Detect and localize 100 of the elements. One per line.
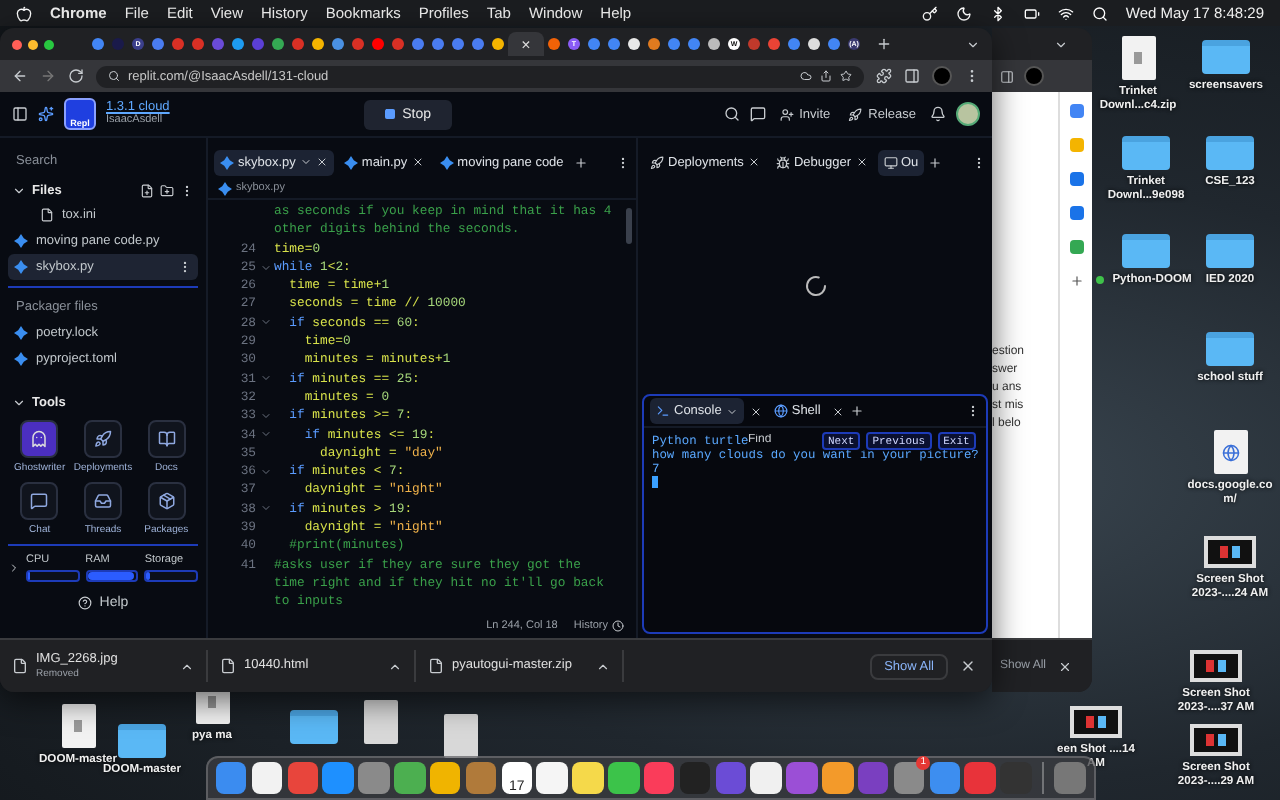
file-icon xyxy=(220,658,236,674)
inbox-icon xyxy=(93,492,112,510)
stop-icon xyxy=(384,108,397,120)
battery-icon xyxy=(1023,5,1040,21)
search-icon xyxy=(723,106,740,122)
cloud-icon xyxy=(800,70,812,82)
monitor-icon xyxy=(883,155,897,169)
close-icon xyxy=(832,405,845,417)
close-icon xyxy=(960,658,976,674)
file-icon xyxy=(40,208,54,222)
bell-icon xyxy=(930,106,946,122)
scrollbar[interactable] xyxy=(626,208,632,244)
rocket-icon xyxy=(93,430,112,448)
package-icon xyxy=(157,492,176,510)
chevron-icon xyxy=(12,396,26,410)
extensions-icon xyxy=(876,68,892,84)
more-icon xyxy=(180,184,194,198)
more-icon xyxy=(616,155,630,169)
app-icon[interactable] xyxy=(429,762,461,794)
app-shortcut-icon[interactable] xyxy=(1069,104,1083,118)
new-file-icon xyxy=(140,184,154,198)
zoom-window-button[interactable] xyxy=(44,39,54,49)
rocket-icon xyxy=(650,155,664,169)
app-icon[interactable] xyxy=(750,762,782,794)
more-icon xyxy=(966,404,980,418)
chevron-icon xyxy=(12,184,26,198)
new-folder-icon xyxy=(160,184,174,198)
file-icon xyxy=(428,658,444,674)
folder-icon xyxy=(1206,332,1254,366)
screenshot-thumbnail xyxy=(1190,650,1242,682)
app-icon[interactable] xyxy=(822,762,854,794)
bluetooth-icon xyxy=(989,5,1006,21)
chevron-icon xyxy=(299,156,312,168)
side-panel-icon xyxy=(1000,69,1014,83)
help-icon xyxy=(77,596,92,610)
apple-icon xyxy=(16,5,32,21)
more-icon xyxy=(972,155,986,169)
browser-tab[interactable]: × xyxy=(508,32,544,56)
screenshot-thumbnail xyxy=(1190,724,1242,756)
close-icon xyxy=(749,405,762,417)
share-icon xyxy=(820,70,832,82)
app-shortcut-icon[interactable] xyxy=(1069,206,1083,220)
app-icon[interactable] xyxy=(608,762,640,794)
zip-file-icon xyxy=(61,704,95,748)
new-tab-icon xyxy=(876,36,892,52)
search-icon xyxy=(1091,5,1108,21)
sidebar-icon xyxy=(12,106,28,122)
folder-icon xyxy=(1202,40,1250,74)
zip-file-icon xyxy=(1121,36,1155,80)
plus-icon xyxy=(1069,274,1083,288)
app-icon[interactable] xyxy=(251,762,283,794)
close-icon xyxy=(855,156,867,168)
message-icon xyxy=(749,106,766,122)
folder-icon xyxy=(1122,136,1170,170)
screenshot-thumbnail xyxy=(1204,536,1256,568)
rocket-icon xyxy=(848,107,863,121)
site-info-icon xyxy=(108,70,120,82)
screenshot-thumbnail xyxy=(1070,706,1122,738)
chevron-icon xyxy=(8,562,20,574)
close-icon xyxy=(315,156,328,168)
sparkle-icon xyxy=(38,106,54,122)
star-icon xyxy=(840,70,852,82)
minimize-window-button[interactable] xyxy=(28,39,38,49)
file-icon xyxy=(439,155,454,169)
plus-icon xyxy=(850,404,865,418)
side-panel-icon xyxy=(904,68,920,84)
folder-icon xyxy=(118,724,166,758)
user-plus-icon xyxy=(779,107,794,121)
file-icon xyxy=(12,658,28,674)
folder-icon xyxy=(1206,234,1254,268)
plus-icon xyxy=(928,155,943,169)
app-icon[interactable] xyxy=(536,762,568,794)
globe-icon xyxy=(1221,443,1239,461)
globe-icon xyxy=(773,404,788,418)
document-icon xyxy=(363,700,397,744)
clock-icon xyxy=(612,619,624,631)
chevron-icon xyxy=(388,659,402,673)
forward-icon xyxy=(40,68,56,84)
chevron-icon xyxy=(180,659,194,673)
document-icon xyxy=(443,714,477,758)
plus-icon xyxy=(573,155,588,169)
book-icon xyxy=(157,430,176,448)
app-shortcut-icon[interactable] xyxy=(1069,172,1083,186)
chevron-icon xyxy=(966,37,980,51)
app-icon[interactable] xyxy=(394,762,426,794)
folder-icon xyxy=(290,710,338,744)
back-icon xyxy=(12,68,28,84)
close-window-button[interactable] xyxy=(12,39,22,49)
app-shortcut-icon[interactable] xyxy=(1069,240,1083,254)
avatar[interactable] xyxy=(956,102,980,126)
text-cursor xyxy=(652,476,658,488)
folder-icon xyxy=(1206,136,1254,170)
terminal-icon xyxy=(656,404,670,418)
close-icon xyxy=(747,156,760,168)
app-icon[interactable] xyxy=(572,762,604,794)
message-icon xyxy=(30,492,49,510)
folder-icon xyxy=(1122,234,1170,268)
chevron-icon xyxy=(596,659,610,673)
chevron-icon xyxy=(725,405,738,417)
reload-icon xyxy=(68,68,84,84)
